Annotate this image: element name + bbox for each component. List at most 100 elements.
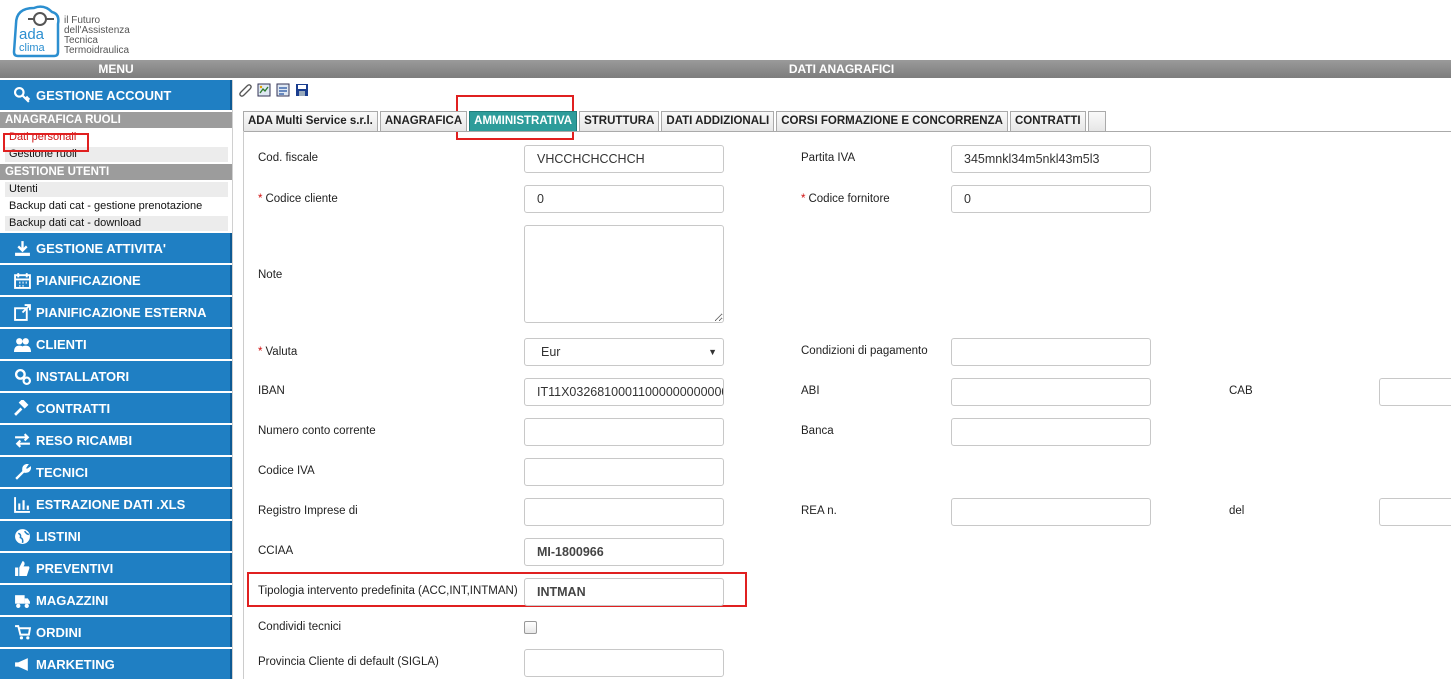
bar-chart-icon — [14, 496, 36, 513]
label-note: Note — [258, 269, 283, 281]
external-link-icon — [14, 303, 36, 321]
page-title: DATI ANAGRAFICI — [788, 62, 895, 76]
cab-input[interactable] — [1379, 378, 1451, 406]
globe-icon — [14, 528, 36, 545]
logo: ada clima il Futuro dell'Assistenza Tecn… — [6, 0, 156, 60]
tab-ada-multi-service[interactable]: ADA Multi Service s.r.l. — [243, 111, 378, 131]
label-provincia: Provincia Cliente di default (SIGLA) — [258, 656, 439, 668]
required-mark: * — [258, 346, 263, 358]
sidebar-item-backup-prenotazione[interactable]: Backup dati cat - gestione prenotazione — [5, 199, 228, 214]
iban-input[interactable]: IT11X03268100011000000000000 — [524, 378, 724, 406]
cciaa-input[interactable]: MI-1800966 — [524, 538, 724, 566]
label-cciaa: CCIAA — [258, 545, 294, 557]
nav-gestione-attivita[interactable]: GESTIONE ATTIVITA' — [0, 233, 232, 263]
provincia-input[interactable] — [524, 649, 724, 677]
label-codice-fornitore: * Codice fornitore — [801, 193, 890, 205]
tab-contratti[interactable]: CONTRATTI — [1009, 111, 1086, 131]
bullhorn-icon — [14, 656, 36, 673]
paperclip-icon[interactable] — [238, 83, 252, 97]
nav-contratti[interactable]: CONTRATTI — [0, 393, 232, 423]
section-gestione-utenti: GESTIONE UTENTI — [0, 164, 232, 180]
numero-conto-input[interactable] — [524, 418, 724, 446]
required-mark: * — [258, 193, 263, 205]
users-icon — [14, 336, 36, 353]
label-iban: IBAN — [258, 385, 285, 397]
tab-struttura[interactable]: STRUTTURA — [579, 111, 660, 131]
label-registro-imprese: Registro Imprese di — [258, 505, 358, 517]
banca-input[interactable] — [951, 418, 1151, 446]
exchange-icon — [14, 432, 36, 449]
sidebar-item-backup-download[interactable]: Backup dati cat - download — [5, 216, 228, 231]
truck-icon — [14, 592, 36, 609]
tab-corsi-formazione[interactable]: CORSI FORMAZIONE E CONCORRENZA — [776, 111, 1008, 131]
label-cod-fiscale: Cod. fiscale — [258, 152, 319, 164]
cod-fiscale-input[interactable]: VHCCHCHCCHCH — [524, 145, 724, 173]
del-input[interactable] — [1379, 498, 1451, 526]
header-bar: MENU DATI ANAGRAFICI — [0, 60, 1451, 78]
note-textarea[interactable] — [524, 225, 724, 323]
chevron-down-icon: ▼ — [708, 347, 717, 357]
nav-ordini[interactable]: ORDINI — [0, 617, 232, 647]
nav-pianificazione[interactable]: PIANIFICAZIONE — [0, 265, 232, 295]
registro-imprese-input[interactable] — [524, 498, 724, 526]
nav-reso-ricambi[interactable]: RESO RICAMBI — [0, 425, 232, 455]
section-anagrafica-ruoli: ANAGRAFICA RUOLI — [0, 112, 232, 128]
nav-listini[interactable]: LISTINI — [0, 521, 232, 551]
sidebar-item-utenti[interactable]: Utenti — [5, 182, 228, 197]
cart-icon — [14, 624, 36, 641]
toolbar — [238, 83, 309, 97]
label-tipologia: Tipologia intervento predefinita (ACC,IN… — [258, 585, 518, 597]
partita-iva-input[interactable]: 345mnkl34m5nkl43m5l3 — [951, 145, 1151, 173]
tab-bar: ADA Multi Service s.r.l. ANAGRAFICA AMMI… — [243, 111, 1108, 131]
key-icon — [14, 86, 36, 104]
save-icon[interactable] — [295, 83, 309, 97]
label-codice-cliente: * Codice cliente — [258, 193, 338, 205]
svg-text:clima: clima — [19, 42, 46, 54]
label-partita-iva: Partita IVA — [801, 152, 856, 164]
condizioni-pagamento-input[interactable] — [951, 338, 1151, 366]
nav-clienti[interactable]: CLIENTI — [0, 329, 232, 359]
calendar-icon — [14, 272, 36, 289]
tab-dati-addizionali[interactable]: DATI ADDIZIONALI — [661, 111, 775, 131]
nav-marketing[interactable]: MARKETING — [0, 649, 232, 679]
gavel-icon — [14, 399, 36, 417]
nav-gestione-account[interactable]: GESTIONE ACCOUNT — [0, 80, 232, 110]
image-import-icon[interactable] — [257, 83, 271, 97]
label-condividi-tecnici: Condividi tecnici — [258, 621, 342, 633]
nav-installatori[interactable]: INSTALLATORI — [0, 361, 232, 391]
tab-anagrafica[interactable]: ANAGRAFICA — [379, 111, 468, 131]
tab-divider — [243, 131, 1451, 132]
condividi-tecnici-checkbox[interactable] — [524, 621, 537, 634]
panel-border — [243, 131, 244, 679]
label-cab: CAB — [1229, 385, 1253, 397]
codice-fornitore-input[interactable]: 0 — [951, 185, 1151, 213]
label-valuta: * Valuta — [258, 346, 298, 358]
nav-estrazione-dati-xls[interactable]: ESTRAZIONE DATI .XLS — [0, 489, 232, 519]
download-icon — [14, 240, 36, 257]
required-mark: * — [801, 193, 806, 205]
tipologia-input[interactable]: INTMAN — [524, 578, 724, 606]
codice-cliente-input[interactable]: 0 — [524, 185, 724, 213]
wrench-icon — [14, 463, 36, 481]
tab-amministrativa[interactable]: AMMINISTRATIVA — [469, 111, 578, 131]
nav-magazzini[interactable]: MAGAZZINI — [0, 585, 232, 615]
nav-preventivi[interactable]: PREVENTIVI — [0, 553, 232, 583]
label-abi: ABI — [801, 385, 820, 397]
nav-tecnici[interactable]: TECNICI — [0, 457, 232, 487]
nav-pianificazione-esterna[interactable]: PIANIFICAZIONE ESTERNA — [0, 297, 232, 327]
tab-empty[interactable] — [1087, 111, 1106, 131]
label-numero-conto: Numero conto corrente — [258, 425, 376, 437]
image-export-icon[interactable] — [276, 83, 290, 97]
label-rea: REA n. — [801, 505, 837, 517]
valuta-select[interactable]: Eur ▼ — [524, 338, 724, 366]
codice-iva-input[interactable] — [524, 458, 724, 486]
logo-tagline: il Futuro dell'Assistenza Tecnica Termoi… — [64, 15, 130, 56]
label-condizioni-pagamento: Condizioni di pagamento — [801, 345, 928, 357]
abi-input[interactable] — [951, 378, 1151, 406]
thumbs-up-icon — [14, 560, 36, 577]
sidebar-item-dati-personali[interactable]: Dati personali — [5, 130, 228, 145]
rea-input[interactable] — [951, 498, 1151, 526]
gears-icon — [14, 368, 36, 385]
sidebar-item-gestione-ruoli[interactable]: Gestione ruoli — [5, 147, 228, 162]
svg-text:ada: ada — [19, 26, 45, 43]
